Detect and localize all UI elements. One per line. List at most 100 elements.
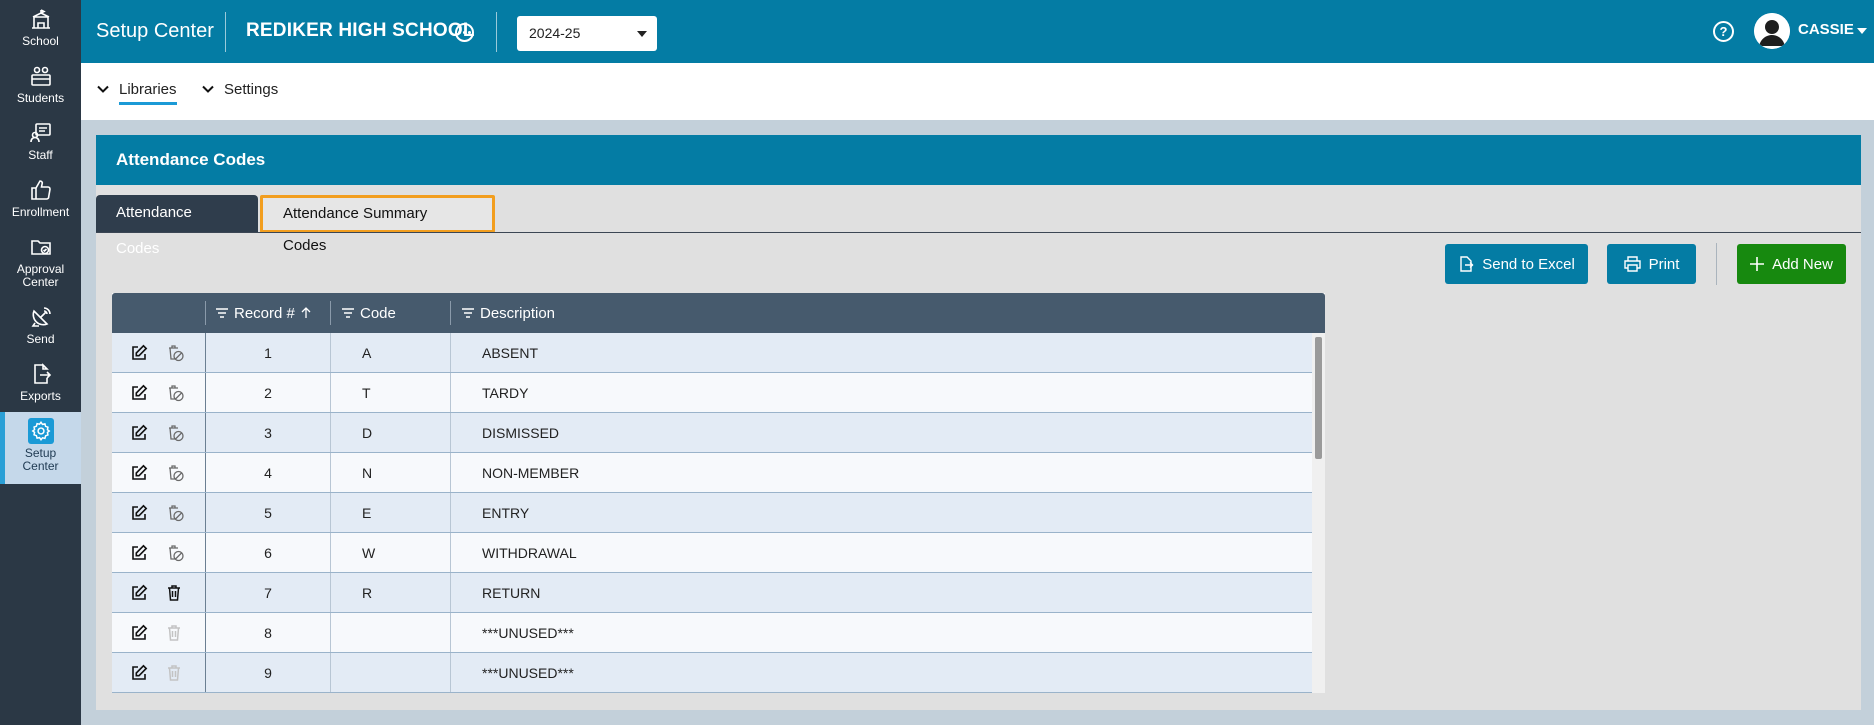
- grid-header: Record # Code Description: [112, 293, 1325, 333]
- chevron-down-icon: [202, 85, 214, 93]
- more-options-icon[interactable]: [455, 23, 474, 42]
- column-divider: [330, 373, 331, 412]
- nav-label-enrollment: Enrollment: [11, 205, 70, 219]
- delete-disabled-icon: [165, 343, 184, 362]
- table-row[interactable]: 7 R RETURN: [112, 573, 1312, 613]
- attendance-codes-grid: Record # Code Description 1 A ABSENT 2 T TARD…: [112, 293, 1325, 693]
- description-cell: TARDY: [482, 385, 529, 401]
- edit-icon[interactable]: [130, 664, 148, 682]
- column-header-description[interactable]: Description: [462, 293, 555, 333]
- table-row[interactable]: 9 ***UNUSED***: [112, 653, 1312, 693]
- code-cell: N: [362, 465, 373, 481]
- column-divider: [450, 453, 451, 492]
- table-row[interactable]: 5 E ENTRY: [112, 493, 1312, 533]
- avatar[interactable]: [1754, 13, 1790, 49]
- table-row[interactable]: 3 D DISMISSED: [112, 413, 1312, 453]
- header-divider: [496, 12, 497, 52]
- code-cell: W: [362, 545, 376, 561]
- edit-icon[interactable]: [130, 344, 148, 362]
- delete-disabled-icon: [165, 423, 184, 442]
- header-divider: [225, 12, 226, 52]
- edit-icon[interactable]: [130, 504, 148, 522]
- tab-attendance-summary-codes[interactable]: Attendance Summary Codes: [260, 195, 495, 254]
- column-divider: [450, 493, 451, 532]
- sort-ascending-icon[interactable]: [301, 307, 311, 319]
- subnav-settings[interactable]: Settings: [202, 81, 278, 111]
- nav-item-students[interactable]: Students: [0, 57, 81, 114]
- tab-attendance-codes[interactable]: Attendance Codes: [96, 195, 258, 257]
- column-header-code-label: Code: [360, 304, 396, 322]
- column-separator: [330, 301, 331, 325]
- nav-label-setup-center: Setup Center: [22, 446, 59, 473]
- send-to-excel-button[interactable]: Send to Excel: [1445, 244, 1588, 284]
- printer-icon: [1623, 256, 1641, 272]
- scrollbar-thumb[interactable]: [1315, 337, 1322, 459]
- delete-disabled-icon: [165, 543, 184, 562]
- code-cell: T: [362, 385, 371, 401]
- school-year-value: 2024-25: [529, 25, 581, 41]
- nav-item-enrollment[interactable]: Enrollment: [0, 171, 81, 228]
- students-icon: [28, 63, 54, 89]
- nav-label-send: Send: [26, 332, 55, 346]
- record-number-cell: 6: [264, 545, 272, 561]
- record-number-cell: 2: [264, 385, 272, 401]
- subnav-settings-label: Settings: [224, 81, 279, 98]
- thumbs-up-icon: [28, 177, 54, 203]
- column-divider: [450, 653, 451, 692]
- record-number-cell: 9: [264, 665, 272, 681]
- column-divider: [450, 533, 451, 572]
- add-new-button[interactable]: Add New: [1737, 244, 1846, 284]
- nav-item-school[interactable]: School: [0, 0, 81, 57]
- edit-icon[interactable]: [130, 544, 148, 562]
- grid-scrollbar[interactable]: [1312, 333, 1325, 693]
- nav-item-send[interactable]: Send: [0, 298, 81, 355]
- edit-icon[interactable]: [130, 624, 148, 642]
- table-row[interactable]: 4 N NON-MEMBER: [112, 453, 1312, 493]
- description-cell: NON-MEMBER: [482, 465, 580, 481]
- column-divider: [330, 493, 331, 532]
- table-row[interactable]: 6 W WITHDRAWAL: [112, 533, 1312, 573]
- subnav-libraries-label: Libraries: [119, 81, 177, 105]
- code-cell: D: [362, 425, 373, 441]
- description-cell: ***UNUSED***: [482, 665, 574, 681]
- edit-icon[interactable]: [130, 424, 148, 442]
- edit-icon[interactable]: [130, 464, 148, 482]
- column-divider: [330, 413, 331, 452]
- table-row[interactable]: 8 ***UNUSED***: [112, 613, 1312, 653]
- column-divider: [330, 533, 331, 572]
- nav-label-staff: Staff: [28, 148, 53, 162]
- nav-item-exports[interactable]: Exports: [0, 355, 81, 412]
- table-row[interactable]: 1 A ABSENT: [112, 333, 1312, 373]
- user-name[interactable]: CASSIE: [1798, 21, 1854, 38]
- trash-icon[interactable]: [165, 584, 183, 602]
- nav-label-exports: Exports: [20, 389, 61, 403]
- column-divider: [450, 573, 451, 612]
- print-button[interactable]: Print: [1607, 244, 1696, 284]
- excel-export-icon: [1460, 256, 1474, 272]
- filter-icon[interactable]: [462, 308, 474, 318]
- edit-icon[interactable]: [130, 584, 148, 602]
- column-divider: [330, 573, 331, 612]
- filter-icon[interactable]: [216, 308, 228, 318]
- edit-icon[interactable]: [130, 384, 148, 402]
- record-number-cell: 1: [264, 345, 272, 361]
- chevron-down-icon: [97, 85, 109, 93]
- help-icon[interactable]: ?: [1713, 21, 1734, 42]
- column-header-record[interactable]: Record #: [216, 293, 311, 333]
- nav-item-staff[interactable]: Staff: [0, 114, 81, 171]
- user-menu-caret-icon[interactable]: [1857, 28, 1867, 34]
- record-number-cell: 5: [264, 505, 272, 521]
- delete-disabled-icon: [165, 503, 184, 522]
- column-header-code[interactable]: Code: [342, 293, 396, 333]
- nav-item-setup-center[interactable]: Setup Center: [0, 412, 81, 484]
- description-cell: WITHDRAWAL: [482, 545, 577, 561]
- subnav-libraries[interactable]: Libraries: [97, 81, 177, 111]
- tabs-divider: [96, 232, 1861, 233]
- nav-label-school: School: [22, 34, 59, 48]
- nav-item-approval-center[interactable]: Approval Center: [0, 228, 81, 292]
- table-row[interactable]: 2 T TARDY: [112, 373, 1312, 413]
- column-separator: [205, 301, 206, 325]
- filter-icon[interactable]: [342, 308, 354, 318]
- school-year-select[interactable]: 2024-25: [517, 16, 657, 51]
- panel-title: Attendance Codes: [96, 135, 1861, 185]
